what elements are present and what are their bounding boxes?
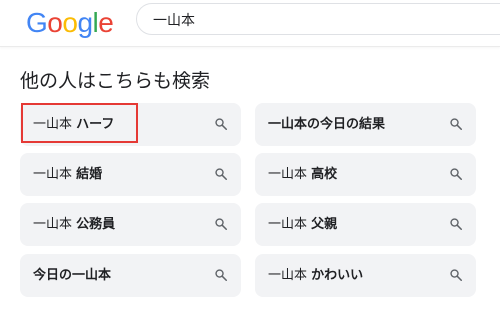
section-title: 他の人はこちらも検索 [20,70,211,92]
search-icon [450,168,463,181]
related-search-chip[interactable]: 一山本 父親 [255,203,476,246]
related-search-label: 一山本 公務員 [33,216,115,233]
search-icon [215,168,228,181]
related-search-label: 今日の一山本 [33,267,111,284]
related-search-prefix: 一山本 [33,117,77,132]
header-bar: Google 一山本 [0,0,500,47]
related-search-term: かわいい [311,268,364,283]
logo-letter: g [77,7,93,38]
related-search-prefix: 一山本 [268,167,312,182]
related-search-label: 一山本 父親 [268,216,337,233]
logo-letter: e [98,7,114,38]
related-search-term: 父親 [311,217,338,232]
related-search-chip[interactable]: 一山本 高校 [255,153,476,196]
related-search-label: 一山本 かわいい [268,267,363,284]
related-search-term: 今日の一山本 [33,268,112,283]
search-icon [215,218,228,231]
logo-letter: G [26,7,48,38]
google-logo[interactable]: Google [26,6,114,40]
related-search-label: 一山本 ハーフ [33,116,114,133]
related-search-chip[interactable]: 一山本の今日の結果 [255,103,476,146]
logo-letter: o [62,7,78,38]
search-icon [450,269,463,282]
search-icon [450,118,463,131]
related-search-label: 一山本 高校 [268,166,337,183]
search-query: 一山本 [153,13,195,29]
related-search-term: 高校 [311,167,338,182]
related-search-chip[interactable]: 一山本 結婚 [20,153,241,196]
related-search-prefix: 一山本 [33,167,77,182]
search-icon [215,118,228,131]
related-search-prefix: 一山本 [268,268,312,283]
related-search-label: 一山本 結婚 [33,166,102,183]
related-search-chip[interactable]: 一山本 公務員 [20,203,241,246]
logo-letter: o [47,7,63,38]
related-search-term: ハーフ [76,117,115,132]
related-search-label: 一山本の今日の結果 [268,116,385,133]
search-icon [215,269,228,282]
related-search-chip[interactable]: 今日の一山本 [20,254,241,297]
related-search-chip[interactable]: 一山本 ハーフ [20,103,241,146]
related-search-prefix: 一山本 [33,217,77,232]
related-search-prefix: 一山本 [268,217,312,232]
related-search-chip[interactable]: 一山本 かわいい [255,254,476,297]
related-search-term: 結婚 [76,167,103,182]
search-icon [450,218,463,231]
related-search-term: 一山本の今日の結果 [268,117,386,132]
related-search-term: 公務員 [76,217,116,232]
search-input[interactable]: 一山本 [136,3,500,35]
